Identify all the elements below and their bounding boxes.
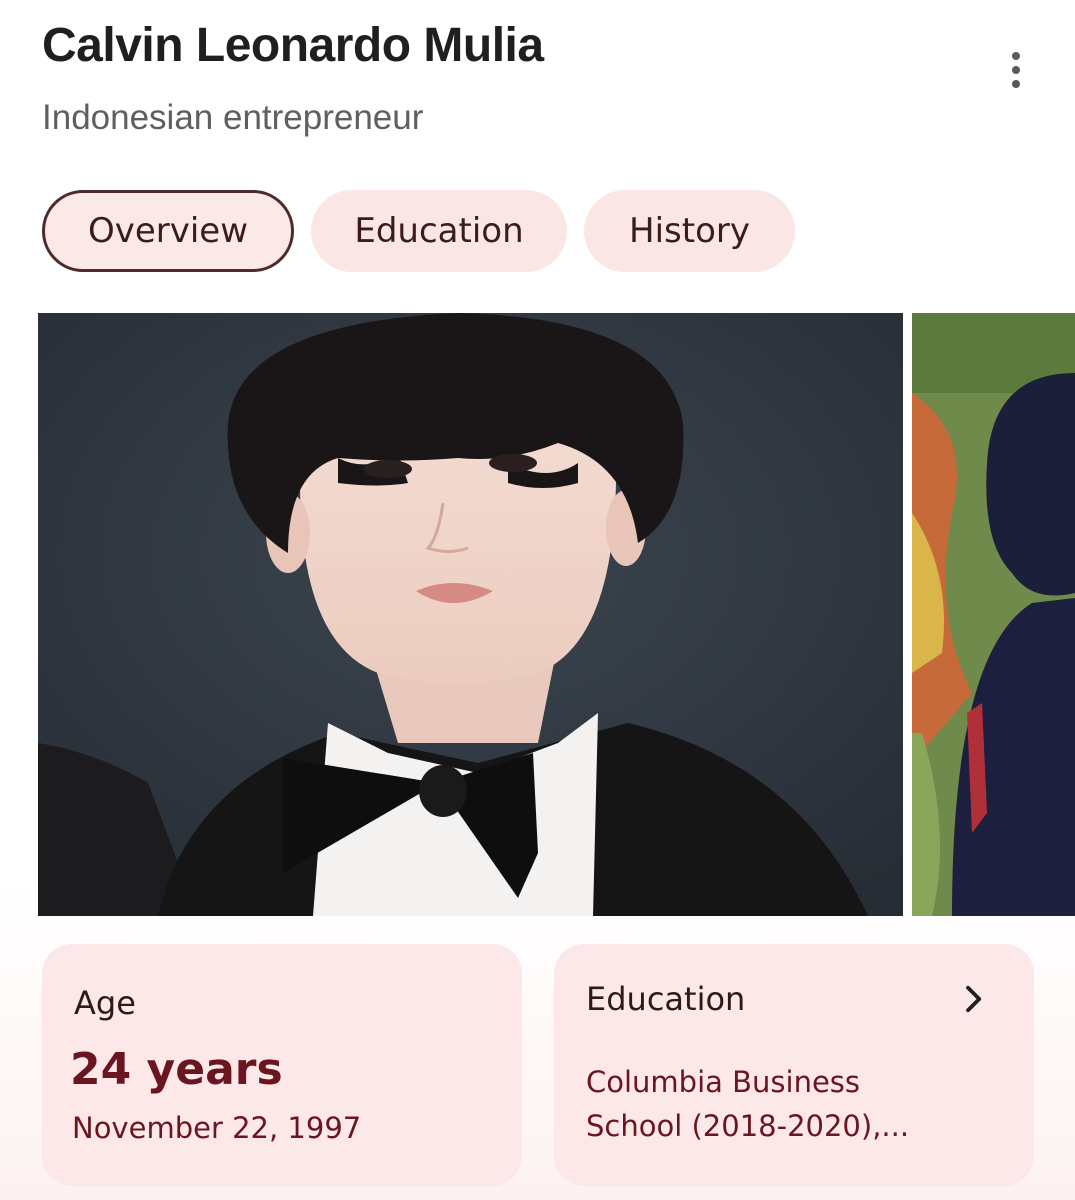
education-line-1: Columbia Business — [586, 1065, 861, 1099]
tab-overview[interactable]: Overview — [42, 190, 294, 272]
tab-history[interactable]: History — [584, 190, 795, 272]
age-value: 24 years — [70, 1044, 283, 1095]
education-label: Education — [586, 980, 746, 1018]
birth-date: November 22, 1997 — [72, 1111, 362, 1145]
main-photo[interactable] — [38, 313, 903, 916]
age-card[interactable]: Age 24 years November 22, 1997 — [42, 944, 522, 1186]
chevron-right-icon — [966, 985, 982, 1013]
tab-education-label: Education — [354, 211, 524, 251]
more-vert-icon[interactable] — [996, 48, 1036, 92]
education-card[interactable]: Education Columbia Business School (2018… — [554, 944, 1034, 1186]
tab-history-label: History — [629, 211, 750, 251]
tab-education[interactable]: Education — [311, 190, 567, 272]
entity-subtitle: Indonesian entrepreneur — [42, 98, 424, 137]
tab-overview-label: Overview — [87, 211, 249, 251]
age-label: Age — [74, 984, 136, 1022]
entity-title: Calvin Leonardo Mulia — [42, 19, 544, 72]
education-line-2: School (2018-2020),... — [586, 1109, 910, 1143]
secondary-photo[interactable] — [912, 313, 1075, 916]
